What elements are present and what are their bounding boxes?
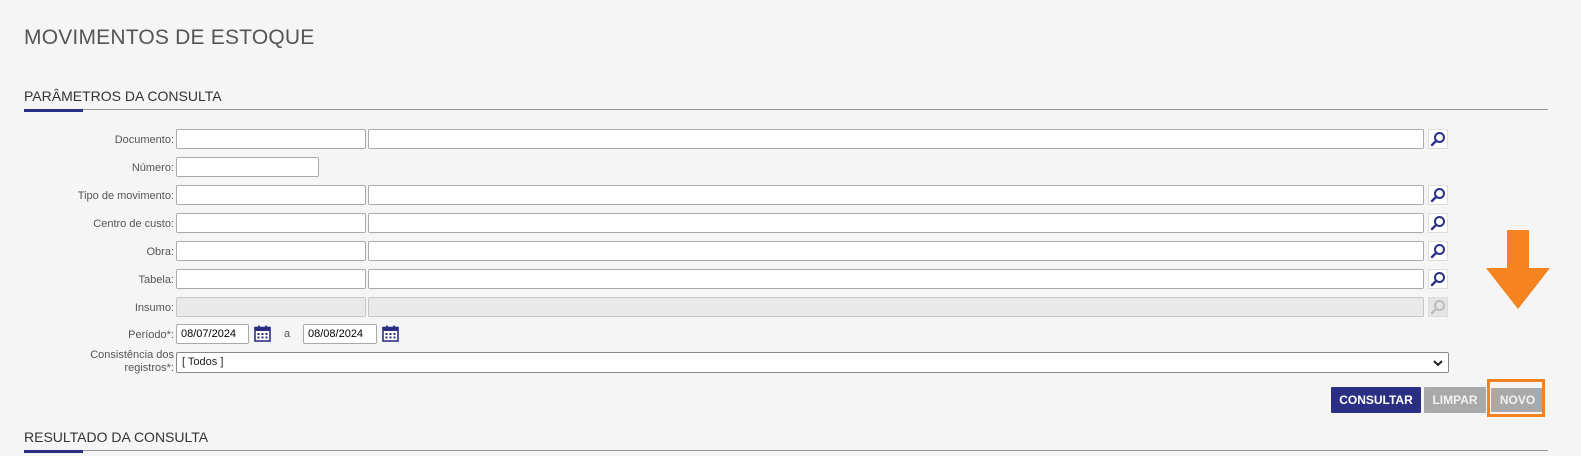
results-accent-bar (24, 450, 83, 453)
consistencia-label-line2: registros*: (124, 362, 174, 374)
obra-search-button[interactable] (1428, 241, 1448, 261)
page-title: MOVIMENTOS DE ESTOQUE (24, 26, 315, 49)
arrow-down-icon (1486, 230, 1550, 309)
results-section-title: RESULTADO DA CONSULTA (24, 429, 209, 445)
consistencia-label-line1: Consistência dos (90, 349, 174, 361)
documento-desc-input[interactable] (368, 129, 1424, 149)
magnifier-icon (1430, 300, 1445, 315)
centro-custo-search-button[interactable] (1428, 213, 1448, 233)
calendar-icon[interactable] (382, 325, 399, 342)
params-section-title: PARÂMETROS DA CONSULTA (24, 88, 222, 104)
numero-input[interactable] (176, 157, 319, 177)
consistencia-selected-value: [ Todos ] (182, 356, 224, 368)
tabela-desc-input[interactable] (368, 269, 1424, 289)
obra-code-input[interactable] (176, 241, 366, 261)
params-accent-bar (24, 109, 83, 112)
chevron-down-icon (1433, 360, 1443, 367)
tabela-label: Tabela: (138, 274, 174, 286)
obra-desc-input[interactable] (368, 241, 1424, 261)
obra-label: Obra: (146, 246, 174, 258)
limpar-button[interactable]: LIMPAR (1424, 387, 1486, 413)
numero-label: Número: (131, 162, 174, 174)
magnifier-icon (1430, 244, 1445, 259)
tipo-movimento-label: Tipo de movimento: (77, 190, 174, 202)
consistencia-label: Consistência dos registros*: (90, 349, 174, 375)
consultar-button[interactable]: CONSULTAR (1331, 387, 1421, 413)
periodo-separator: a (284, 328, 291, 340)
tipo-movimento-search-button[interactable] (1428, 185, 1448, 205)
centro-custo-desc-input[interactable] (368, 213, 1424, 233)
consistencia-select[interactable]: [ Todos ] (176, 352, 1449, 373)
tipo-movimento-code-input[interactable] (176, 185, 366, 205)
magnifier-icon (1430, 132, 1445, 147)
magnifier-icon (1430, 272, 1445, 287)
params-divider (24, 109, 1548, 110)
insumo-desc-input (368, 297, 1424, 317)
insumo-search-button (1428, 297, 1448, 317)
magnifier-icon (1430, 216, 1445, 231)
calendar-icon[interactable] (254, 325, 271, 342)
tabela-search-button[interactable] (1428, 269, 1448, 289)
periodo-to-input[interactable] (303, 324, 377, 344)
results-divider (24, 450, 1548, 451)
magnifier-icon (1430, 188, 1445, 203)
documento-search-button[interactable] (1428, 129, 1448, 149)
novo-highlight-box (1487, 379, 1545, 417)
periodo-label: Período*: (128, 329, 174, 341)
insumo-label: Insumo: (134, 302, 174, 314)
periodo-from-input[interactable] (176, 324, 249, 344)
centro-custo-label: Centro de custo: (93, 218, 174, 230)
documento-code-input[interactable] (176, 129, 366, 149)
documento-label: Documento: (114, 134, 174, 146)
insumo-code-input (176, 297, 366, 317)
tabela-code-input[interactable] (176, 269, 366, 289)
tipo-movimento-desc-input[interactable] (368, 185, 1424, 205)
centro-custo-code-input[interactable] (176, 213, 366, 233)
